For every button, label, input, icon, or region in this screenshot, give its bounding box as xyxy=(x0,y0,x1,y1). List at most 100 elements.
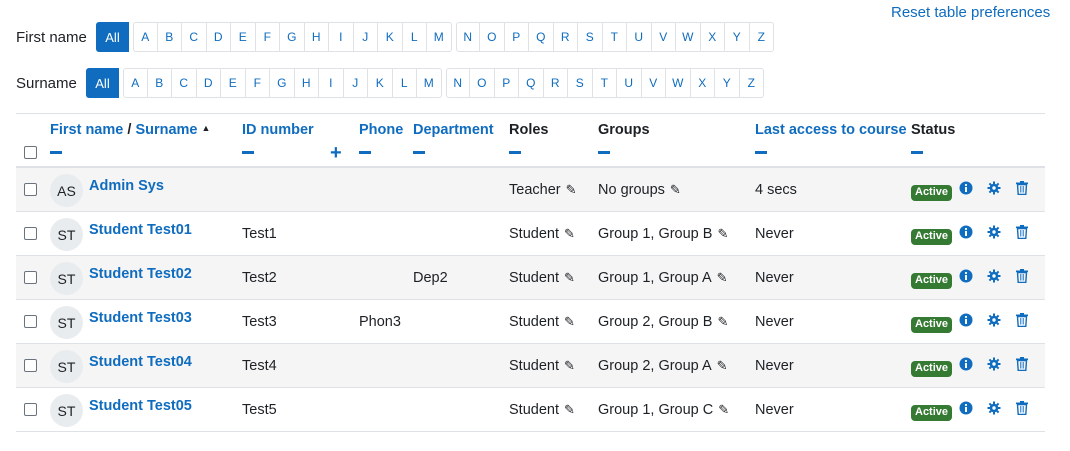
pencil-icon[interactable]: ✎ xyxy=(564,226,575,242)
firstname-letter-i[interactable]: I xyxy=(329,22,354,52)
gear-icon[interactable] xyxy=(987,225,1001,239)
trash-icon[interactable] xyxy=(1015,181,1029,195)
collapse-name-minus-icon[interactable] xyxy=(50,151,62,154)
user-name-link[interactable]: Student Test01 xyxy=(89,222,192,238)
pencil-icon[interactable]: ✎ xyxy=(717,270,728,286)
surname-letter-r[interactable]: R xyxy=(543,68,568,98)
collapse-roles-minus-icon[interactable] xyxy=(509,151,521,154)
surname-letter-g[interactable]: G xyxy=(270,68,295,98)
surname-letter-k[interactable]: K xyxy=(368,68,393,98)
sort-idnumber-link[interactable]: ID number xyxy=(242,122,314,138)
surname-letter-a[interactable]: A xyxy=(123,68,148,98)
firstname-letter-h[interactable]: H xyxy=(304,22,329,52)
firstname-letter-n[interactable]: N xyxy=(455,22,480,52)
trash-icon[interactable] xyxy=(1015,225,1029,239)
user-name-link[interactable]: Student Test02 xyxy=(89,266,192,282)
pencil-icon[interactable]: ✎ xyxy=(566,182,577,198)
avatar[interactable]: ST xyxy=(50,218,83,251)
surname-all-button[interactable]: All xyxy=(86,68,119,98)
firstname-letter-f[interactable]: F xyxy=(255,22,280,52)
firstname-letter-p[interactable]: P xyxy=(504,22,529,52)
surname-letter-y[interactable]: Y xyxy=(715,68,740,98)
firstname-letter-o[interactable]: O xyxy=(480,22,505,52)
gear-icon[interactable] xyxy=(987,313,1001,327)
row-checkbox[interactable] xyxy=(24,315,37,328)
sort-surname-link[interactable]: Surname xyxy=(135,122,197,138)
sort-lastaccess-link[interactable]: Last access to course xyxy=(755,122,907,138)
surname-letter-i[interactable]: I xyxy=(319,68,344,98)
pencil-icon[interactable]: ✎ xyxy=(717,314,728,330)
surname-letter-t[interactable]: T xyxy=(592,68,617,98)
gear-icon[interactable] xyxy=(987,181,1001,195)
surname-letter-m[interactable]: M xyxy=(417,68,442,98)
firstname-letter-v[interactable]: V xyxy=(651,22,676,52)
surname-letter-p[interactable]: P xyxy=(494,68,519,98)
surname-letter-q[interactable]: Q xyxy=(519,68,544,98)
firstname-letter-z[interactable]: Z xyxy=(749,22,774,52)
collapse-groups-minus-icon[interactable] xyxy=(598,151,610,154)
pencil-icon[interactable]: ✎ xyxy=(564,358,575,374)
user-name-link[interactable]: Student Test04 xyxy=(89,354,192,370)
surname-letter-u[interactable]: U xyxy=(617,68,642,98)
pencil-icon[interactable]: ✎ xyxy=(717,358,728,374)
collapse-status-minus-icon[interactable] xyxy=(911,151,923,154)
trash-icon[interactable] xyxy=(1015,313,1029,327)
row-checkbox[interactable] xyxy=(24,227,37,240)
row-checkbox[interactable] xyxy=(24,183,37,196)
surname-letter-w[interactable]: W xyxy=(666,68,691,98)
surname-letter-l[interactable]: L xyxy=(392,68,417,98)
firstname-letter-a[interactable]: A xyxy=(133,22,158,52)
firstname-letter-u[interactable]: U xyxy=(627,22,652,52)
gear-icon[interactable] xyxy=(987,401,1001,415)
firstname-letter-r[interactable]: R xyxy=(553,22,578,52)
surname-letter-s[interactable]: S xyxy=(568,68,593,98)
pencil-icon[interactable]: ✎ xyxy=(564,402,575,418)
surname-letter-o[interactable]: O xyxy=(470,68,495,98)
sort-firstname-link[interactable]: First name xyxy=(50,122,123,138)
firstname-letter-m[interactable]: M xyxy=(427,22,452,52)
firstname-letter-e[interactable]: E xyxy=(231,22,256,52)
trash-icon[interactable] xyxy=(1015,357,1029,371)
surname-letter-b[interactable]: B xyxy=(147,68,172,98)
pencil-icon[interactable]: ✎ xyxy=(564,314,575,330)
trash-icon[interactable] xyxy=(1015,401,1029,415)
surname-letter-n[interactable]: N xyxy=(445,68,470,98)
surname-letter-e[interactable]: E xyxy=(221,68,246,98)
reset-table-preferences-link[interactable]: Reset table preferences xyxy=(891,4,1050,21)
surname-letter-h[interactable]: H xyxy=(294,68,319,98)
firstname-letter-s[interactable]: S xyxy=(578,22,603,52)
user-name-link[interactable]: Student Test03 xyxy=(89,310,192,326)
pencil-icon[interactable]: ✎ xyxy=(718,402,729,418)
surname-letter-z[interactable]: Z xyxy=(739,68,764,98)
avatar[interactable]: AS xyxy=(50,174,83,207)
firstname-letter-q[interactable]: Q xyxy=(529,22,554,52)
expand-plus-icon[interactable]: + xyxy=(330,143,342,163)
surname-letter-j[interactable]: J xyxy=(343,68,368,98)
user-name-link[interactable]: Admin Sys xyxy=(89,178,164,194)
sort-department-link[interactable]: Department xyxy=(413,122,494,138)
row-checkbox[interactable] xyxy=(24,359,37,372)
select-all-checkbox[interactable] xyxy=(24,146,37,159)
row-checkbox[interactable] xyxy=(24,271,37,284)
info-icon[interactable] xyxy=(959,313,973,327)
info-icon[interactable] xyxy=(959,181,973,195)
info-icon[interactable] xyxy=(959,225,973,239)
gear-icon[interactable] xyxy=(987,269,1001,283)
firstname-letter-g[interactable]: G xyxy=(280,22,305,52)
firstname-letter-x[interactable]: X xyxy=(700,22,725,52)
pencil-icon[interactable]: ✎ xyxy=(564,270,575,286)
avatar[interactable]: ST xyxy=(50,262,83,295)
surname-letter-v[interactable]: V xyxy=(641,68,666,98)
surname-letter-d[interactable]: D xyxy=(196,68,221,98)
firstname-all-button[interactable]: All xyxy=(96,22,129,52)
surname-letter-x[interactable]: X xyxy=(690,68,715,98)
info-icon[interactable] xyxy=(959,269,973,283)
firstname-letter-d[interactable]: D xyxy=(206,22,231,52)
pencil-icon[interactable]: ✎ xyxy=(670,182,681,198)
firstname-letter-t[interactable]: T xyxy=(602,22,627,52)
firstname-letter-j[interactable]: J xyxy=(353,22,378,52)
info-icon[interactable] xyxy=(959,401,973,415)
gear-icon[interactable] xyxy=(987,357,1001,371)
firstname-letter-w[interactable]: W xyxy=(676,22,701,52)
trash-icon[interactable] xyxy=(1015,269,1029,283)
